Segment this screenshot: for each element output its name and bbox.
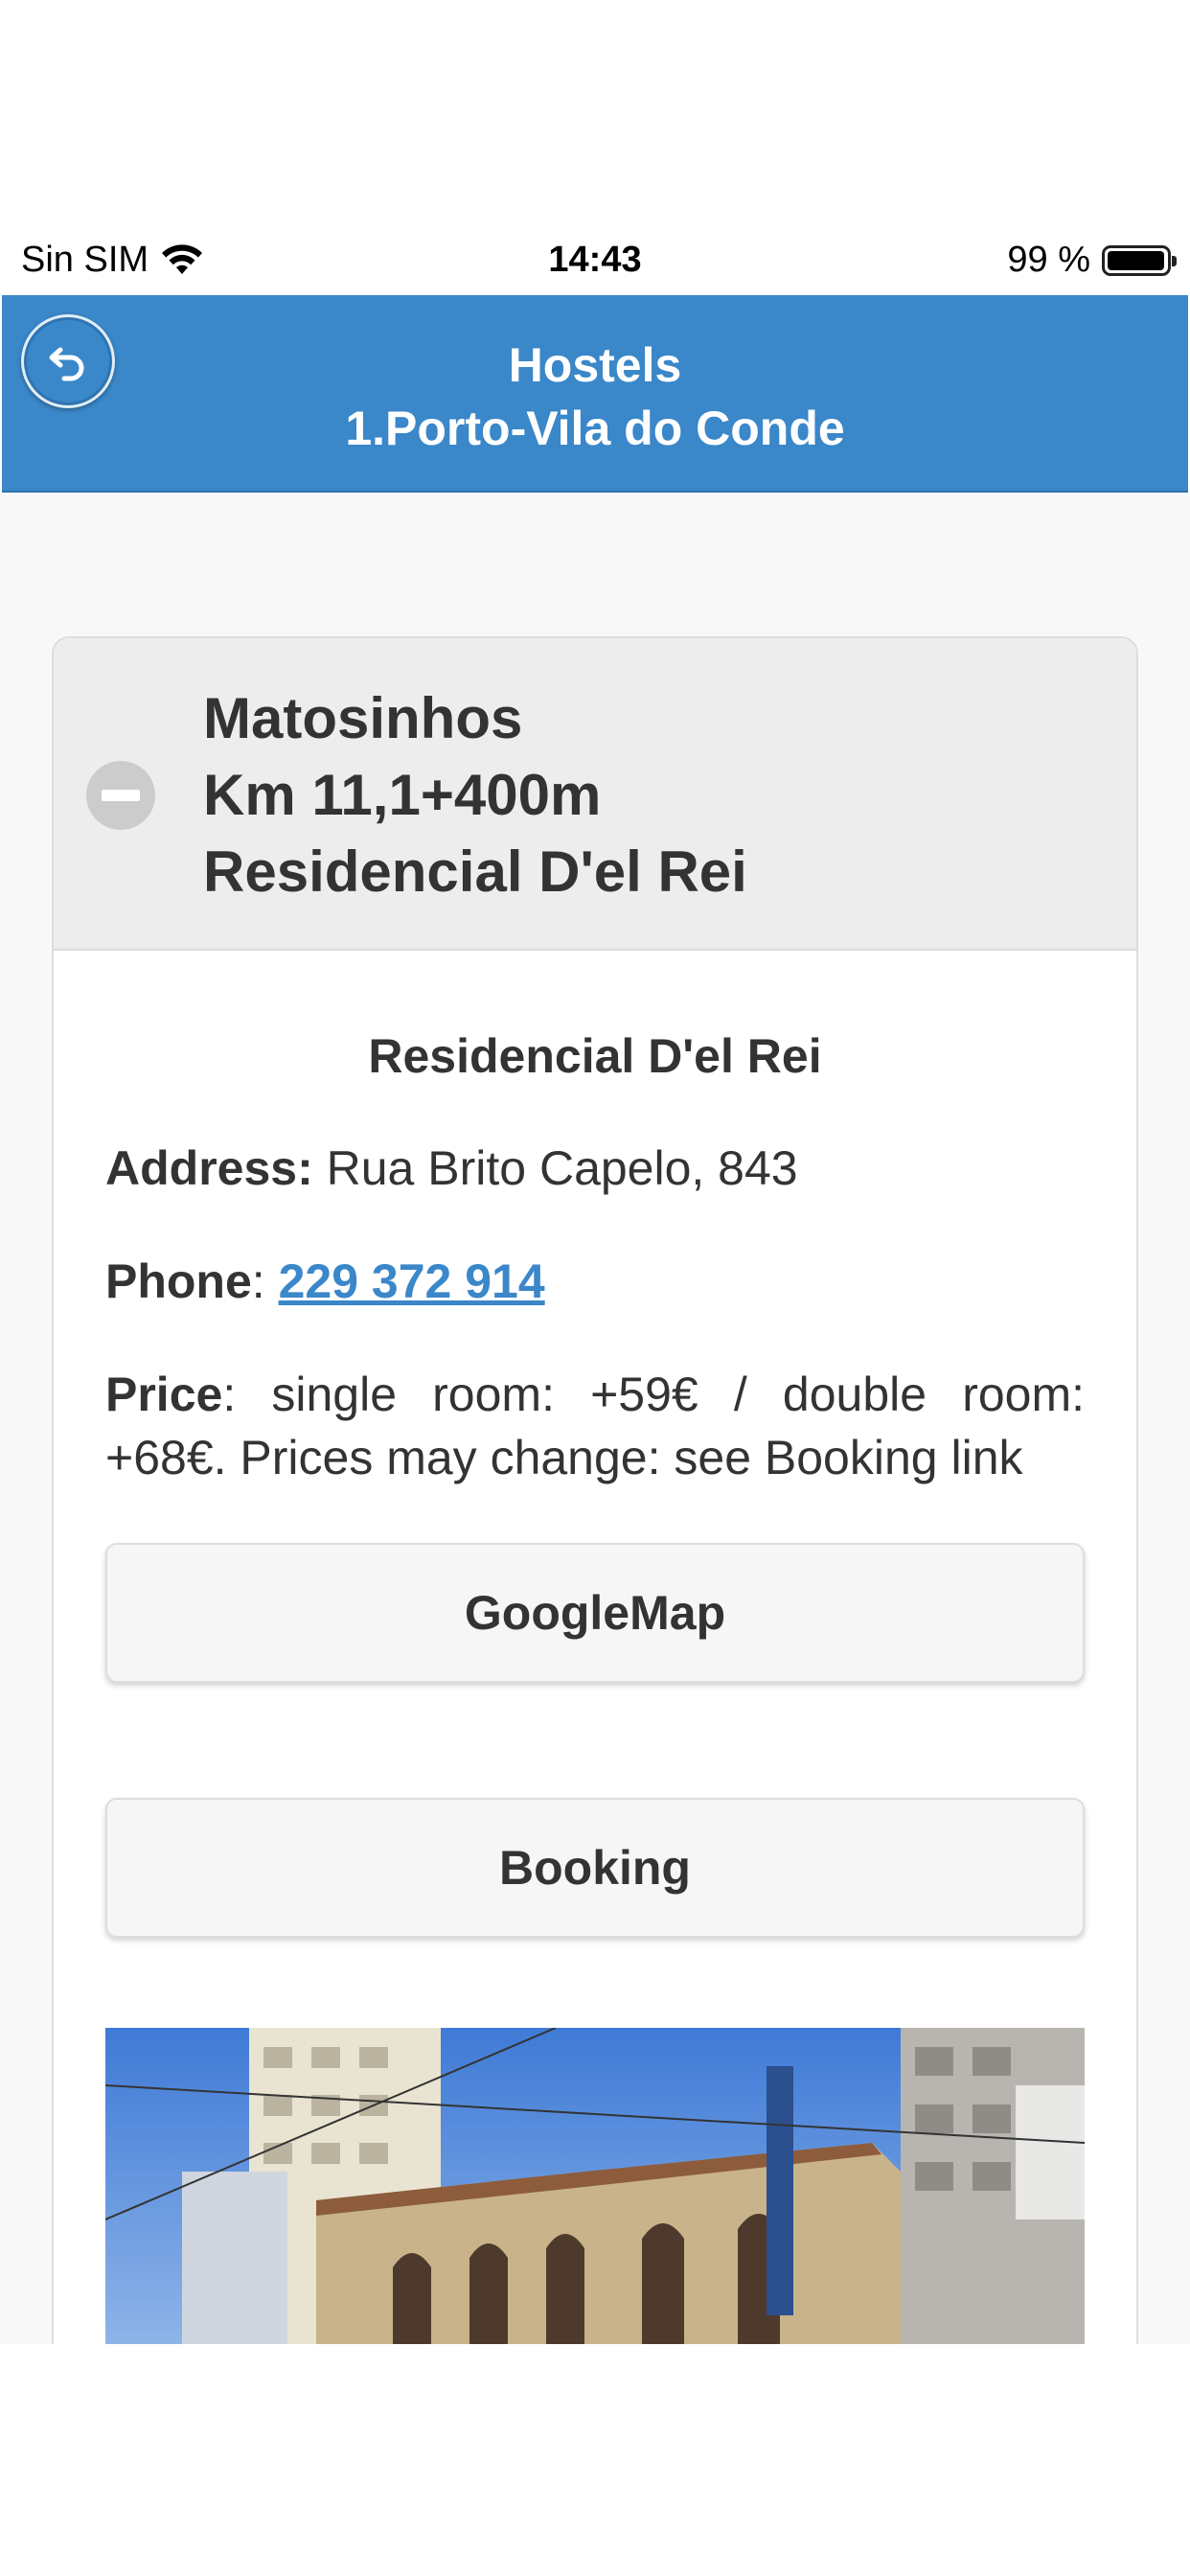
battery-info: 99 % [1007,240,1177,281]
booking-button[interactable]: Booking [105,1798,1085,1938]
price-line: Price: single room: +59€ / double room: … [105,1363,1085,1489]
address-value: Rua Brito Capelo, 843 [326,1141,798,1195]
hostel-collapsible: Matosinhos Km 11,1+400m Residencial D'el… [52,636,1138,2344]
hostel-photo-illustration [105,2028,1085,2344]
hostel-photo [105,2028,1085,2344]
collapse-minus-icon[interactable] [86,761,155,830]
battery-percent: 99 % [1007,240,1090,280]
title-line-2: 1.Porto-Vila do Conde [345,402,845,455]
content-area: Matosinhos Km 11,1+400m Residencial D'el… [0,493,1190,2344]
address-line: Address: Rua Brito Capelo, 843 [105,1137,1085,1200]
collapsible-heading: Matosinhos Km 11,1+400m Residencial D'el… [203,680,747,910]
collapsible-header[interactable]: Matosinhos Km 11,1+400m Residencial D'el… [54,638,1136,951]
collapsible-body: Residencial D'el Rei Address: Rua Brito … [54,1027,1136,2344]
phone-label: Phone [105,1254,252,1308]
page-header: Hostels 1.Porto-Vila do Conde [2,295,1188,493]
googlemap-button[interactable]: GoogleMap [105,1543,1085,1683]
address-label: Address: [105,1141,313,1195]
hostel-name: Residencial D'el Rei [368,1029,822,1083]
phone-colon: : [251,1254,279,1308]
heading-km: Km 11,1+400m [203,763,602,827]
battery-tip [1172,255,1177,266]
bottom-blank-area [0,2344,1190,2576]
title-line-1: Hostels [508,338,682,392]
heading-town: Matosinhos [203,686,523,750]
status-bar: Sin SIM 14:43 99 % [0,230,1190,291]
battery-fill [1108,250,1165,270]
phone-line: Phone: 229 372 914 [105,1250,1085,1313]
battery-icon [1102,244,1177,276]
price-label: Price [105,1368,223,1421]
page-title: Hostels 1.Porto-Vila do Conde [2,334,1188,460]
heading-hostel: Residencial D'el Rei [203,840,747,904]
phone-link[interactable]: 229 372 914 [279,1254,545,1308]
screen: Sin SIM 14:43 99 % Hostels 1.Porto-Vila … [0,0,1190,2576]
price-value: : single room: +59€ / double room: +68€.… [105,1368,1085,1484]
